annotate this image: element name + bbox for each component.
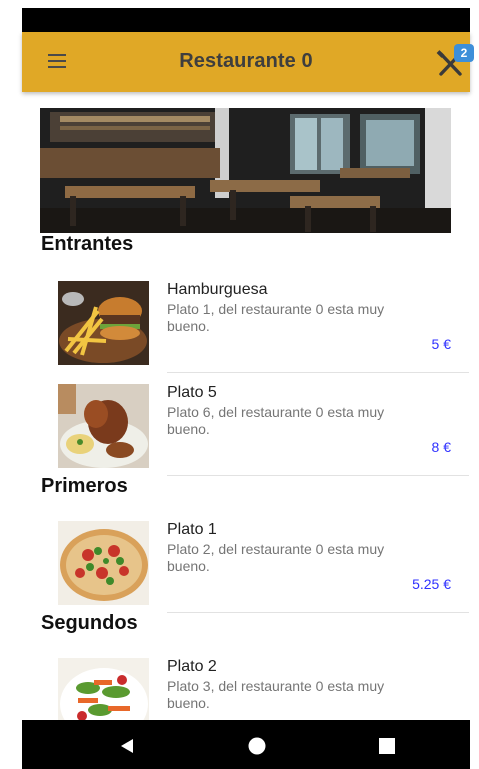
page-title: Restaurante 0 — [179, 50, 313, 72]
dish-description: Plato 2, del restaurante 0 esta muy buen… — [167, 541, 385, 574]
dish-description: Plato 1, del restaurante 0 esta muy buen… — [167, 301, 385, 334]
navigation-bar — [22, 720, 470, 769]
dish-name: Plato 1 — [167, 521, 217, 538]
top-frame — [0, 0, 479, 8]
restaurant-banner-image — [40, 108, 451, 233]
menu-item[interactable]: Plato 1 Plato 2, del restaurante 0 esta … — [58, 521, 470, 613]
dish-image — [58, 658, 149, 720]
dish-name: Hamburguesa — [167, 281, 268, 298]
dish-price: 5 € — [431, 336, 451, 352]
dish-price: 8 € — [431, 439, 451, 455]
home-circle-icon — [248, 737, 266, 755]
app-bar: Restaurante 0 2 — [22, 32, 474, 92]
menu-item[interactable]: Plato 5 Plato 6, del restaurante 0 esta … — [58, 384, 470, 476]
menu-item[interactable]: Hamburguesa Plato 1, del restaurante 0 e… — [58, 281, 470, 373]
back-button[interactable] — [102, 720, 150, 769]
dish-name: Plato 2 — [167, 658, 217, 675]
section-title-segundos: Segundos — [41, 612, 138, 634]
section-title-entrantes: Entrantes — [41, 233, 134, 255]
dish-description: Plato 3, del restaurante 0 esta muy buen… — [167, 678, 385, 711]
recents-square-icon — [379, 738, 395, 754]
menu-item[interactable]: Plato 2 Plato 3, del restaurante 0 esta … — [58, 658, 470, 720]
right-frame — [470, 0, 479, 769]
recents-button[interactable] — [362, 720, 410, 769]
dish-image — [58, 281, 149, 365]
left-frame — [0, 0, 22, 769]
back-triangle-icon — [121, 739, 133, 753]
dish-price: 5.25 € — [412, 576, 451, 592]
menu-content[interactable]: Entrantes Hamburguesa Plato 1, del resta… — [22, 92, 470, 720]
dish-image — [58, 521, 149, 605]
home-button[interactable] — [232, 720, 280, 769]
section-title-primeros: Primeros — [41, 475, 128, 497]
cart-button[interactable]: 2 — [434, 42, 474, 82]
dish-name: Plato 5 — [167, 384, 217, 401]
status-bar — [22, 8, 470, 32]
divider — [167, 372, 469, 373]
divider — [167, 475, 469, 476]
dish-description: Plato 6, del restaurante 0 esta muy buen… — [167, 404, 385, 437]
divider — [167, 612, 469, 613]
dish-image — [58, 384, 149, 468]
cart-count-badge: 2 — [454, 44, 474, 62]
